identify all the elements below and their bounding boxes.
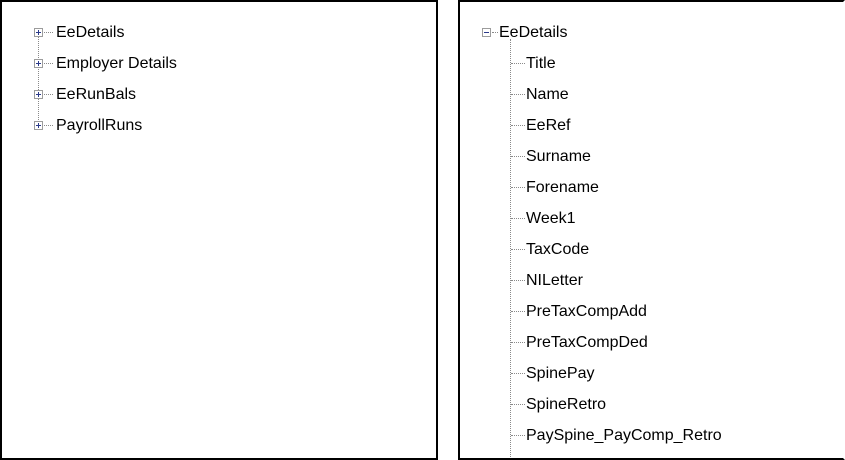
- tree-node-label[interactable]: Name: [525, 79, 570, 110]
- tree-node-label[interactable]: EeRunBals: [55, 79, 137, 110]
- tree-node-title[interactable]: Title: [460, 48, 830, 79]
- tree-node-pre-tax-comp-ded[interactable]: PreTaxCompDed: [460, 327, 830, 358]
- tree-node-label[interactable]: PayrollRuns: [55, 110, 143, 141]
- tree-node-ee-details[interactable]: EeDetails: [2, 17, 402, 48]
- tree-node-label[interactable]: EeDetails: [498, 17, 568, 48]
- tree-connector: [511, 404, 525, 405]
- tree-node-label[interactable]: TaxCode: [525, 234, 590, 265]
- tree-connector: [511, 94, 525, 95]
- tree-node-label[interactable]: PaySpine_PayComp_Retro: [525, 420, 723, 451]
- tree-node-pre-tax-comp-add[interactable]: PreTaxCompAdd: [460, 296, 830, 327]
- tree-connector: [44, 32, 53, 33]
- tree-node-label[interactable]: EeDetails: [55, 17, 125, 48]
- tree-node-label[interactable]: EeRef: [525, 110, 571, 141]
- tree-node-ee-run-bals[interactable]: EeRunBals: [2, 79, 402, 110]
- tree-node-surname[interactable]: Surname: [460, 141, 830, 172]
- tree-node-ee-ref[interactable]: EeRef: [460, 110, 830, 141]
- tree-node-ni-letter[interactable]: NILetter: [460, 265, 830, 296]
- tree-node-label[interactable]: Title: [525, 48, 557, 79]
- tree-connector: [511, 63, 525, 64]
- tree-node-employer-details[interactable]: Employer Details: [2, 48, 402, 79]
- tree-node-label[interactable]: Employer Details: [55, 48, 178, 79]
- tree-connector: [511, 218, 525, 219]
- tree-connector: [44, 94, 53, 95]
- tree-node-forename[interactable]: Forename: [460, 172, 830, 203]
- tree-connector: [511, 280, 525, 281]
- tree-node-label[interactable]: Surname: [525, 141, 592, 172]
- expand-icon[interactable]: [34, 90, 43, 99]
- tree-node-label[interactable]: Week1: [525, 203, 577, 234]
- tree-connector: [511, 125, 525, 126]
- tree-connector: [44, 63, 53, 64]
- tree-node-tax-code[interactable]: TaxCode: [460, 234, 830, 265]
- tree-node-label[interactable]: Forename: [525, 172, 600, 203]
- right-tree-view[interactable]: EeDetails Title Name EeRef Surname Foren…: [458, 0, 845, 460]
- tree-connector: [511, 156, 525, 157]
- tree-connector: [511, 342, 525, 343]
- tree-connector: [511, 187, 525, 188]
- left-tree-view[interactable]: EeDetails Employer Details EeRunBals Pay…: [0, 0, 438, 460]
- tree-node-payroll-runs[interactable]: PayrollRuns: [2, 110, 402, 141]
- expand-icon[interactable]: [34, 28, 43, 37]
- tree-node-label[interactable]: SpineRetro: [525, 389, 607, 420]
- collapse-icon[interactable]: [482, 28, 491, 37]
- tree-node-week1[interactable]: Week1: [460, 203, 830, 234]
- tree-node-name[interactable]: Name: [460, 79, 830, 110]
- tree-connector: [511, 249, 525, 250]
- tree-node-spine-retro[interactable]: SpineRetro: [460, 389, 830, 420]
- tree-node-label[interactable]: SpinePay: [525, 358, 596, 389]
- tree-connector: [511, 311, 525, 312]
- tree-connector: [511, 373, 525, 374]
- tree-node-label[interactable]: NILetter: [525, 265, 584, 296]
- tree-node-ee-details-root[interactable]: EeDetails: [460, 17, 830, 48]
- expand-icon[interactable]: [34, 121, 43, 130]
- tree-node-pay-spine-pay-comp-retro[interactable]: PaySpine_PayComp_Retro: [460, 420, 830, 451]
- tree-node-label[interactable]: PreTaxCompDed: [525, 327, 649, 358]
- tree-node-spine-pay[interactable]: SpinePay: [460, 358, 830, 389]
- tree-connector: [44, 125, 53, 126]
- tree-connector: [511, 435, 525, 436]
- tree-node-label[interactable]: PreTaxCompAdd: [525, 296, 648, 327]
- expand-icon[interactable]: [34, 59, 43, 68]
